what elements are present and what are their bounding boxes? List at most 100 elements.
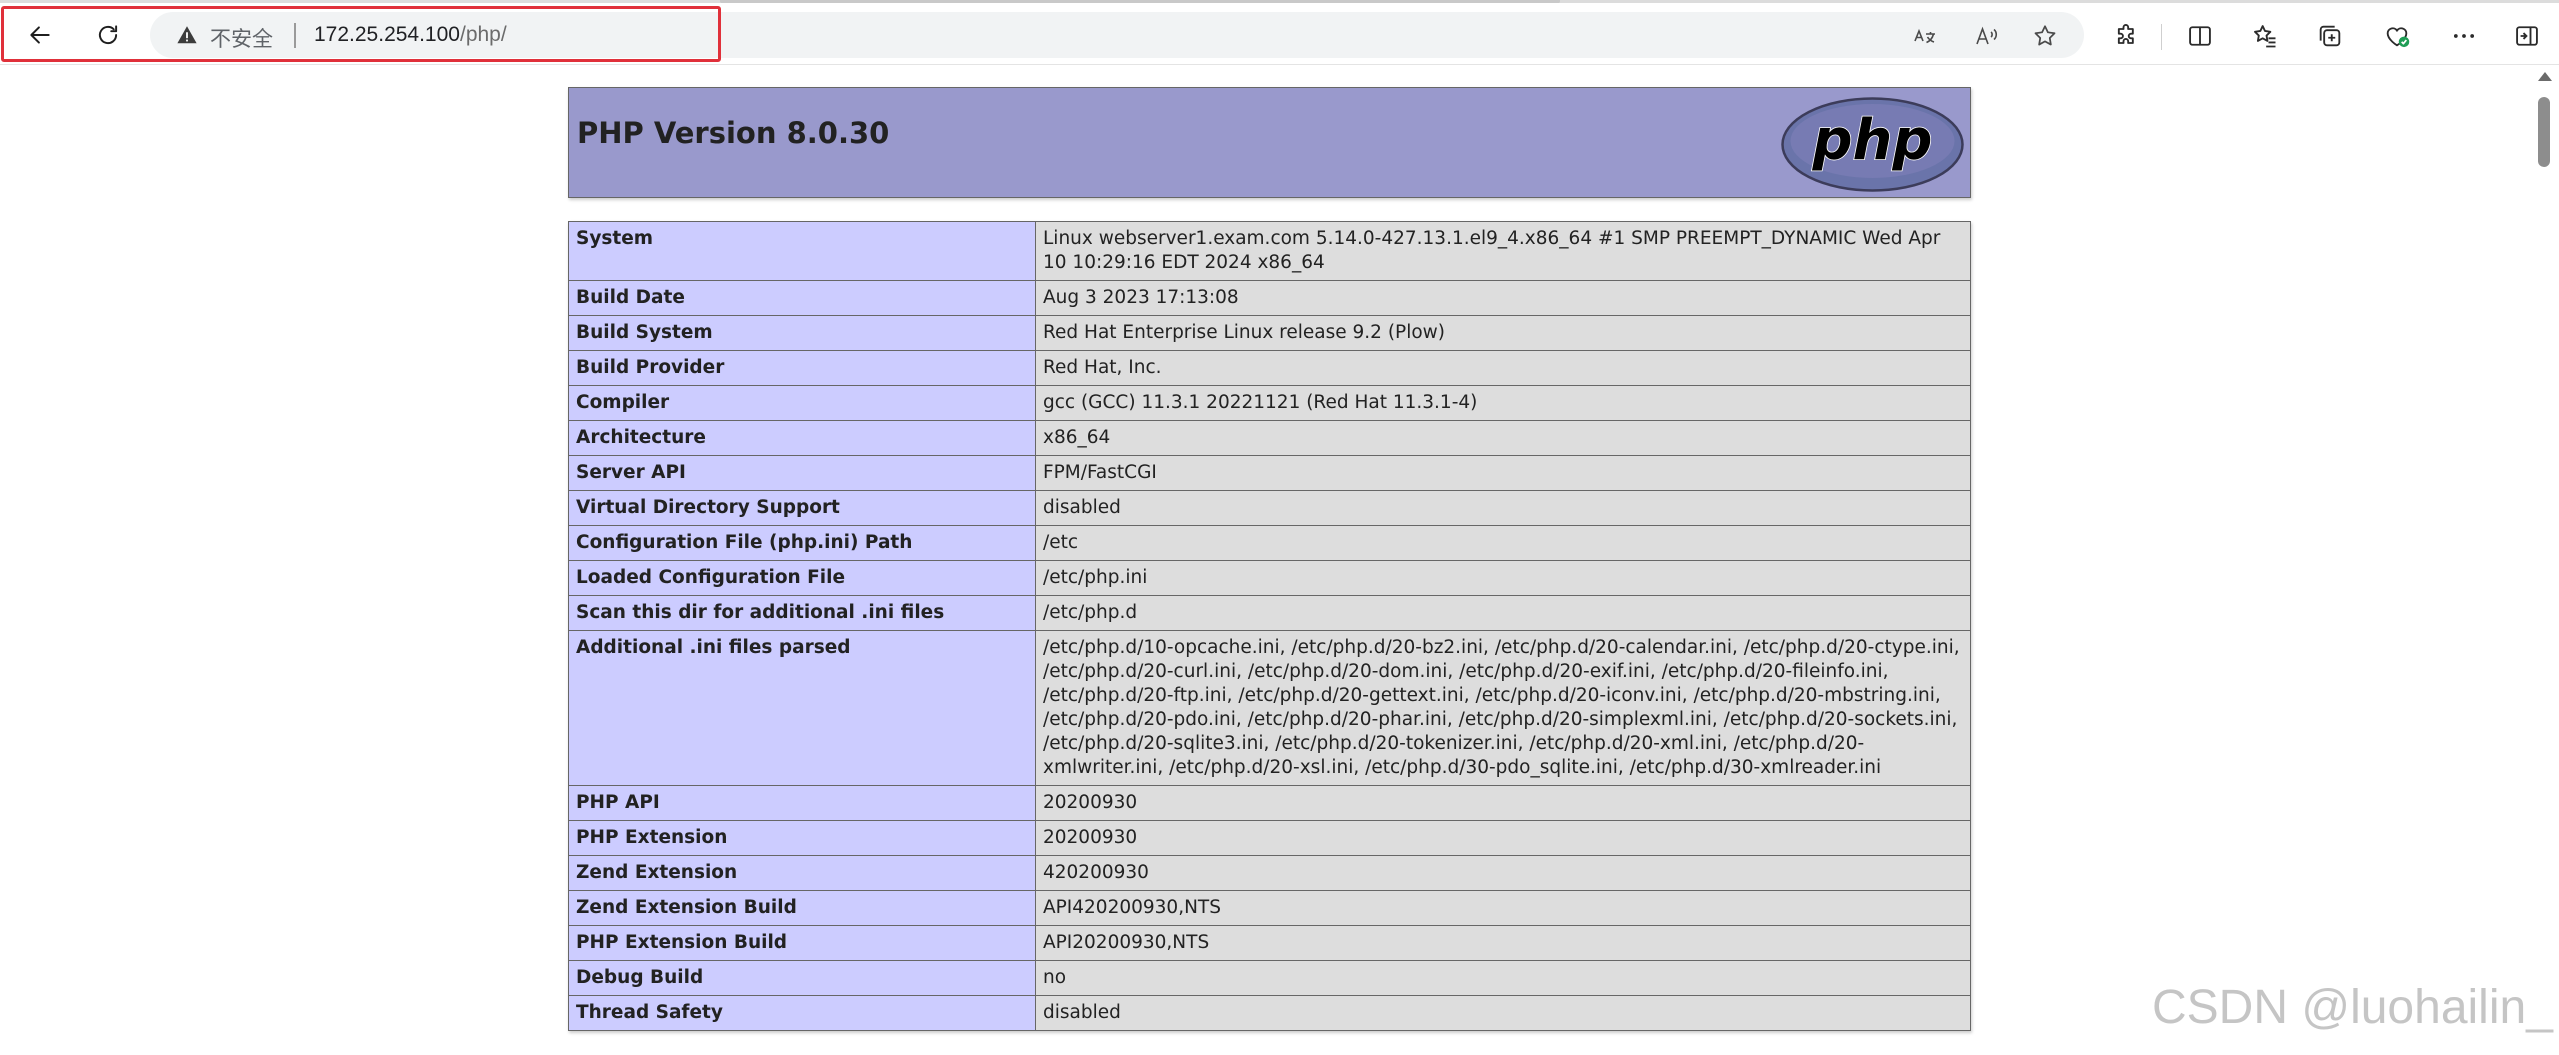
setting-value: gcc (GCC) 11.3.1 20221121 (Red Hat 11.3.… xyxy=(1035,385,1971,421)
translate-button[interactable] xyxy=(1910,21,1940,51)
php-header: PHP Version 8.0.30 php xyxy=(568,87,1971,198)
sidebar-icon xyxy=(2516,26,2538,46)
split-screen-icon xyxy=(2189,26,2211,46)
table-row: Configuration File (php.ini) Path/etc xyxy=(568,525,1971,561)
translate-icon xyxy=(1914,28,1935,44)
setting-value: API420200930,NTS xyxy=(1035,890,1971,926)
read-aloud-icon xyxy=(1976,26,1998,45)
setting-value: 20200930 xyxy=(1035,785,1971,821)
table-row: System Linux webserver1.exam.com 5.14.0-4… xyxy=(568,221,1971,281)
setting-key: Build Date xyxy=(568,280,1036,316)
setting-key: Zend Extension xyxy=(568,855,1036,891)
setting-key: PHP API xyxy=(568,785,1036,821)
table-row: Zend Extension 420200930 xyxy=(568,855,1971,891)
browser-toolbar: 不安全 172.25.254.100/php/ xyxy=(0,3,2559,65)
table-row: Architecture x86_64 xyxy=(568,420,1971,456)
split-screen-button[interactable] xyxy=(2183,19,2217,53)
table-row: Scan this dir for additional .ini files /… xyxy=(568,595,1971,631)
page-scrollbar[interactable] xyxy=(2530,66,2559,1055)
url-path: /php/ xyxy=(459,23,507,46)
php-info-table: System Linux webserver1.exam.com 5.14.0-4… xyxy=(568,221,1971,1031)
more-button[interactable] xyxy=(2447,19,2481,53)
refresh-icon xyxy=(98,25,118,45)
url-host: 172.25.254.100 xyxy=(314,23,460,46)
collections-icon xyxy=(2319,25,2341,47)
url-divider xyxy=(294,23,296,48)
page-title: PHP Version 8.0.30 xyxy=(577,116,890,150)
setting-key: System xyxy=(568,221,1036,281)
setting-key: Scan this dir for additional .ini files xyxy=(568,595,1036,631)
table-row: Compiler gcc (GCC) 11.3.1 20221121 (Red H… xyxy=(568,385,1971,421)
setting-key: Zend Extension Build xyxy=(568,890,1036,926)
setting-value: Linux webserver1.exam.com 5.14.0-427.13.… xyxy=(1035,221,1971,281)
svg-text:php: php xyxy=(1811,108,1932,173)
setting-value: Red Hat Enterprise Linux release 9.2 (Pl… xyxy=(1035,315,1971,351)
table-row: Zend Extension Build API420200930,NTS xyxy=(568,890,1971,926)
setting-value: 20200930 xyxy=(1035,820,1971,856)
favorite-button[interactable] xyxy=(2030,21,2060,51)
setting-key: Debug Build xyxy=(568,960,1036,996)
back-button[interactable] xyxy=(20,15,60,55)
setting-value: no xyxy=(1035,960,1971,996)
favorites-icon xyxy=(2254,25,2276,48)
setting-value: 420200930 xyxy=(1035,855,1971,891)
security-label[interactable]: 不安全 xyxy=(210,23,273,53)
setting-value: disabled xyxy=(1035,995,1971,1031)
table-row: Virtual Directory Support disabled xyxy=(568,490,1971,526)
read-aloud-button[interactable] xyxy=(1972,21,2002,51)
setting-value: Red Hat, Inc. xyxy=(1035,350,1971,386)
table-row: Loaded Configuration File/etc/php.ini xyxy=(568,560,1971,596)
setting-key: Loaded Configuration File xyxy=(568,560,1036,596)
url-input[interactable]: 172.25.254.100/php/ xyxy=(314,23,507,47)
table-row: Thread Safety disabled xyxy=(568,995,1971,1031)
setting-value: FPM/FastCGI xyxy=(1035,455,1971,491)
address-bar[interactable]: 不安全 172.25.254.100/php/ xyxy=(150,12,2084,58)
table-row: Server API FPM/FastCGI xyxy=(568,455,1971,491)
setting-value: /etc/php.d xyxy=(1035,595,1971,631)
extensions-button[interactable] xyxy=(2110,19,2144,53)
scroll-up-arrow[interactable] xyxy=(2538,72,2552,81)
warning-icon[interactable] xyxy=(176,24,198,46)
table-row: Additional .ini files parsed/etc/php.d/1… xyxy=(568,630,1971,786)
setting-key: Build System xyxy=(568,315,1036,351)
table-row: Build Date Aug 3 2023 17:13:08 xyxy=(568,280,1971,316)
table-row: PHP Extension 20200930 xyxy=(568,820,1971,856)
table-row: PHP Extension Build API20200930,NTS xyxy=(568,925,1971,961)
setting-key: PHP Extension Build xyxy=(568,925,1036,961)
setting-key: Thread Safety xyxy=(568,995,1036,1031)
favorite-star-icon xyxy=(2034,25,2056,46)
table-row: PHP API 20200930 xyxy=(568,785,1971,821)
setting-key: Configuration File (php.ini) Path xyxy=(568,525,1036,561)
setting-key: Server API xyxy=(568,455,1036,491)
setting-key: Additional .ini files parsed xyxy=(568,630,1036,786)
setting-value: Aug 3 2023 17:13:08 xyxy=(1035,280,1971,316)
phpinfo-page: PHP Version 8.0.30 php System Linux webse… xyxy=(568,87,1971,1031)
watermark: CSDN @luohailin_ xyxy=(2152,981,2553,1034)
collections-button[interactable] xyxy=(2313,19,2347,53)
table-row: Build System Red Hat Enterprise Linux rel… xyxy=(568,315,1971,351)
scroll-thumb[interactable] xyxy=(2538,97,2550,167)
setting-value: API20200930,NTS xyxy=(1035,925,1971,961)
setting-value: /etc/php.ini xyxy=(1035,560,1971,596)
browser-essentials-button[interactable] xyxy=(2380,19,2414,53)
back-icon xyxy=(30,26,50,44)
more-icon xyxy=(2453,34,2475,38)
setting-value: x86_64 xyxy=(1035,420,1971,456)
extensions-icon xyxy=(2117,24,2134,44)
setting-value: /etc/php.d/10-opcache.ini, /etc/php.d/20… xyxy=(1035,630,1971,786)
browser-essentials-icon xyxy=(2386,27,2410,48)
php-logo[interactable]: php xyxy=(1781,97,1964,192)
page-viewport: PHP Version 8.0.30 php System Linux webse… xyxy=(0,66,2530,1055)
table-row: Debug Build no xyxy=(568,960,1971,996)
setting-value: /etc xyxy=(1035,525,1971,561)
setting-key: PHP Extension xyxy=(568,820,1036,856)
setting-key: Virtual Directory Support xyxy=(568,490,1036,526)
sidebar-button[interactable] xyxy=(2510,19,2544,53)
setting-value: disabled xyxy=(1035,490,1971,526)
refresh-button[interactable] xyxy=(88,15,128,55)
table-row: Build Provider Red Hat, Inc. xyxy=(568,350,1971,386)
favorites-button[interactable] xyxy=(2248,19,2282,53)
toolbar-divider xyxy=(2161,24,2162,50)
setting-key: Build Provider xyxy=(568,350,1036,386)
setting-key: Compiler xyxy=(568,385,1036,421)
